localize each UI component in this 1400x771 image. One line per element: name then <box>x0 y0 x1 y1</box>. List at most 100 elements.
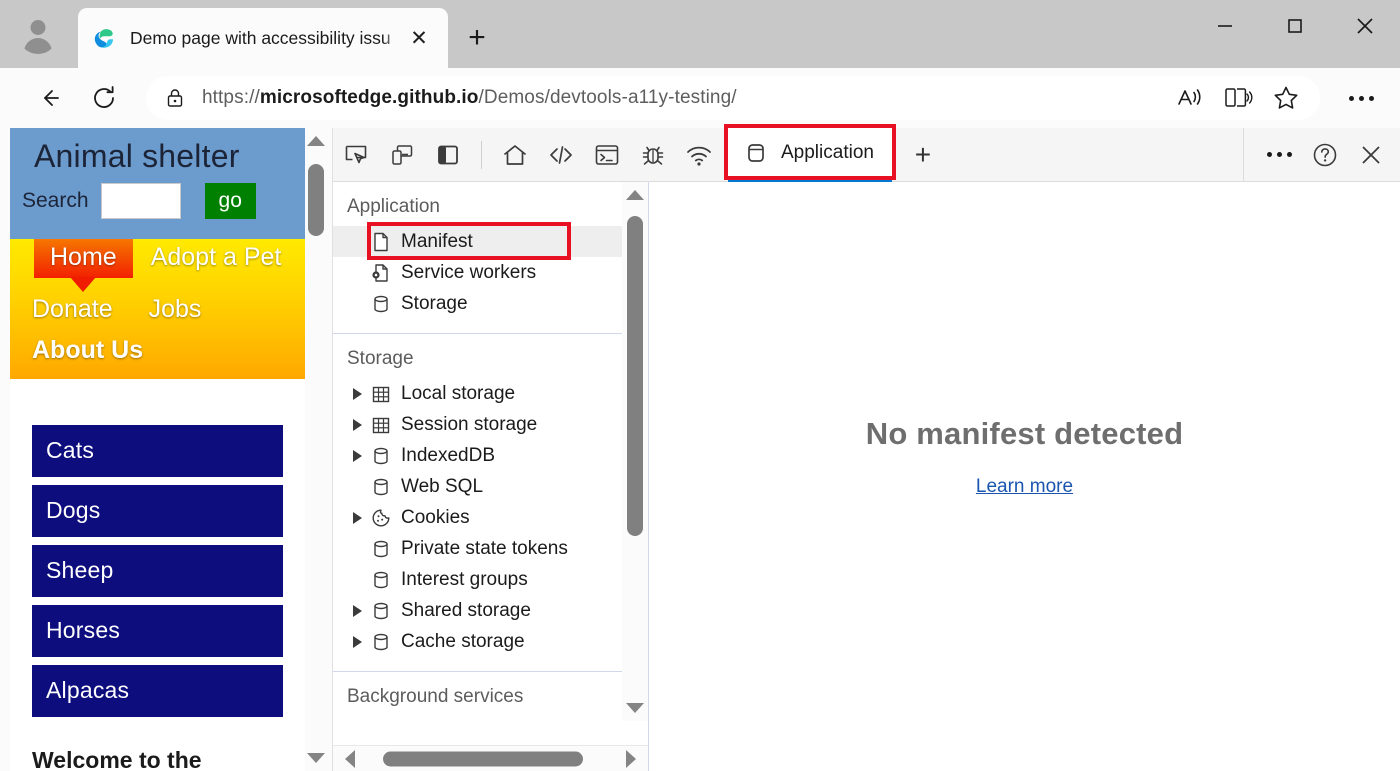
chevron-right-icon[interactable] <box>347 449 367 462</box>
omnibox-actions <box>1166 78 1320 118</box>
site-nav-adopt[interactable]: Adopt a Pet <box>151 239 282 272</box>
add-panel-button[interactable]: + <box>900 134 946 176</box>
sidebar-item-label: Local storage <box>401 382 516 404</box>
list-item[interactable]: Sheep <box>32 545 283 597</box>
dock-side-icon[interactable] <box>425 134 471 176</box>
maximize-icon[interactable] <box>1260 0 1330 52</box>
console-icon[interactable] <box>584 134 630 176</box>
chevron-right-icon[interactable] <box>347 511 367 524</box>
more-tools-icon[interactable] <box>1256 134 1302 176</box>
address-bar[interactable]: https://microsoftedge.github.io/Demos/de… <box>146 76 1320 120</box>
sidebar-item-session-storage[interactable]: Session storage <box>333 409 648 440</box>
sidebar-item-web-sql[interactable]: Web SQL <box>333 471 648 502</box>
scroll-up-arrow-icon[interactable] <box>626 190 644 200</box>
devtools-sidebar: Application Manifest Service workers Sto… <box>333 182 649 771</box>
sidebar-item-label: Shared storage <box>401 599 531 621</box>
empty-state-title: No manifest detected <box>865 415 1184 451</box>
site-nav-about[interactable]: About Us <box>32 332 143 364</box>
tree-section-storage-title: Storage <box>347 348 414 369</box>
elements-code-icon[interactable] <box>538 134 584 176</box>
sidebar-item-label: Storage <box>401 292 468 314</box>
sidebar-item-private-state-tokens[interactable]: Private state tokens <box>333 533 648 564</box>
sidebar-item-shared-storage[interactable]: Shared storage <box>333 595 648 626</box>
new-tab-button[interactable]: + <box>458 19 496 57</box>
database-icon <box>367 600 395 622</box>
browser-window: Demo page with accessibility issu ✕ + ht… <box>0 0 1400 771</box>
url-text: https://microsoftedge.github.io/Demos/de… <box>202 87 737 109</box>
sidebar-item-label: Web SQL <box>401 475 484 497</box>
sidebar-scrollbar-track[interactable] <box>622 208 648 695</box>
sidebar-hscrollbar-thumb[interactable] <box>383 751 583 766</box>
home-icon[interactable] <box>492 134 538 176</box>
list-item[interactable]: Dogs <box>32 485 283 537</box>
search-label: Search <box>22 189 89 212</box>
list-item[interactable]: Cats <box>32 425 283 477</box>
immersive-reader-icon[interactable] <box>1214 78 1262 118</box>
sidebar-item-manifest[interactable]: Manifest <box>333 226 648 257</box>
search-go-button[interactable]: go <box>204 183 256 219</box>
tab-title: Demo page with accessibility issu <box>130 27 391 48</box>
read-aloud-icon[interactable] <box>1166 78 1214 118</box>
scroll-right-arrow-icon[interactable] <box>626 749 636 768</box>
tab-application[interactable]: Application <box>724 123 896 182</box>
inspect-element-icon[interactable] <box>333 134 379 176</box>
scroll-left-arrow-icon[interactable] <box>345 749 355 768</box>
application-tree: Application Manifest Service workers Sto… <box>333 182 648 745</box>
sidebar-item-indexeddb[interactable]: IndexedDB <box>333 440 648 471</box>
back-arrow-icon[interactable] <box>26 76 70 120</box>
tree-section-application-title: Application <box>347 196 440 217</box>
title-bar: Demo page with accessibility issu ✕ + <box>0 0 1400 68</box>
refresh-icon[interactable] <box>82 76 126 120</box>
help-icon[interactable] <box>1302 134 1348 176</box>
sidebar-item-label: Cookies <box>401 506 470 528</box>
profile-button[interactable] <box>14 10 62 58</box>
sidebar-scrollbar-thumb[interactable] <box>627 216 643 536</box>
page-scrollbar-thumb[interactable] <box>308 164 324 236</box>
sidebar-vertical-scrollbar[interactable] <box>622 182 648 721</box>
sidebar-item-cache-storage[interactable]: Cache storage <box>333 626 648 657</box>
sidebar-item-local-storage[interactable]: Local storage <box>333 378 648 409</box>
search-input[interactable] <box>100 183 181 219</box>
close-icon[interactable] <box>1330 0 1400 52</box>
tab-application-label: Application <box>781 141 874 163</box>
sidebar-item-storage[interactable]: Storage <box>333 288 648 319</box>
database-icon <box>367 445 395 467</box>
tab-close-icon[interactable]: ✕ <box>404 23 434 53</box>
sidebar-item-label: Cache storage <box>401 630 525 652</box>
devtools-toolbar-right <box>1243 127 1400 182</box>
learn-more-link[interactable]: Learn more <box>976 476 1073 498</box>
browser-tab[interactable]: Demo page with accessibility issu ✕ <box>78 8 448 68</box>
page-scrollbar[interactable] <box>305 128 327 771</box>
sidebar-item-label: Session storage <box>401 413 538 435</box>
lock-icon <box>164 87 186 109</box>
sidebar-item-interest-groups[interactable]: Interest groups <box>333 564 648 595</box>
site-search-row: Search go <box>22 183 305 219</box>
site-nav-jobs[interactable]: Jobs <box>149 291 202 324</box>
site-nav-donate[interactable]: Donate <box>32 291 113 324</box>
sidebar-item-service-workers[interactable]: Service workers <box>333 257 648 288</box>
favorites-star-icon[interactable] <box>1262 78 1310 118</box>
chevron-right-icon[interactable] <box>347 418 367 431</box>
edge-logo-icon <box>92 26 116 50</box>
scroll-down-arrow-icon[interactable] <box>626 703 644 713</box>
network-wifi-icon[interactable] <box>676 134 722 176</box>
browser-settings-more-icon[interactable] <box>1334 76 1388 120</box>
url-scheme: https:// <box>202 87 260 108</box>
sidebar-item-cookies[interactable]: Cookies <box>333 502 648 533</box>
sidebar-horizontal-scrollbar[interactable] <box>333 745 648 771</box>
debugger-bug-icon[interactable] <box>630 134 676 176</box>
scroll-down-arrow-icon[interactable] <box>307 753 325 763</box>
minimize-icon[interactable] <box>1190 0 1260 52</box>
cookie-icon <box>367 507 395 529</box>
chevron-right-icon[interactable] <box>347 635 367 648</box>
chevron-right-icon[interactable] <box>347 387 367 400</box>
sidebar-hscrollbar-track[interactable] <box>361 746 620 771</box>
list-item[interactable]: Alpacas <box>32 665 283 717</box>
list-item[interactable]: Horses <box>32 605 283 657</box>
chevron-right-icon[interactable] <box>347 604 367 617</box>
site-nav-home[interactable]: Home <box>34 239 133 278</box>
scroll-up-arrow-icon[interactable] <box>307 136 325 146</box>
page-scrollbar-track[interactable] <box>305 154 327 745</box>
close-devtools-icon[interactable] <box>1348 134 1394 176</box>
device-emulation-icon[interactable] <box>379 134 425 176</box>
